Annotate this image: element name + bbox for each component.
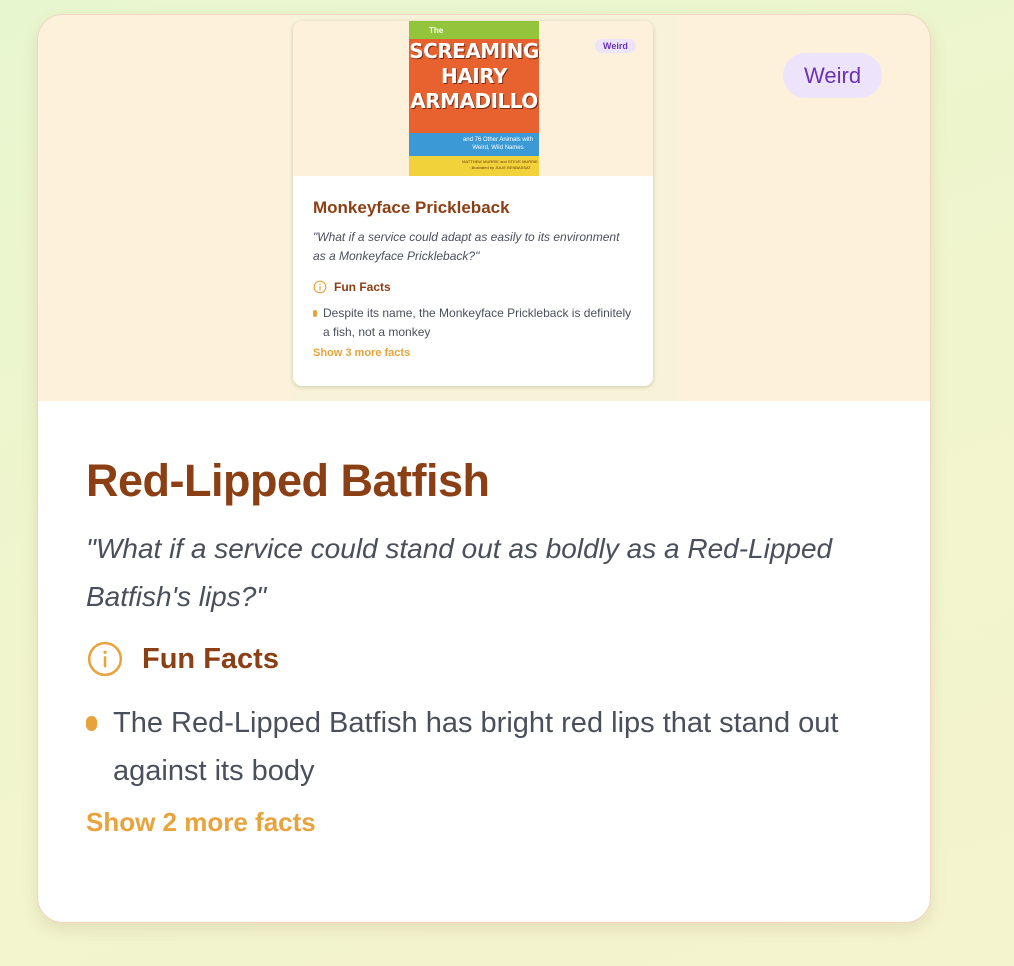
embedded-card-image-area: The SCREAMING HAIRY ARMADILLO and 76 Oth… [293, 21, 653, 176]
animal-quote: "What if a service could stand out as bo… [86, 533, 833, 612]
embedded-category-badge: Weird [595, 39, 636, 53]
card-body: Red-Lipped Batfish "What if a service co… [86, 453, 886, 838]
embedded-fun-fact-text: Despite its name, the Monkeyface Prickle… [323, 306, 632, 339]
info-icon [87, 641, 123, 677]
category-badge: Weird [783, 53, 883, 98]
embedded-fun-fact-item: Despite its name, the Monkeyface Prickle… [313, 304, 633, 342]
embedded-animal-card: The SCREAMING HAIRY ARMADILLO and 76 Oth… [293, 21, 653, 386]
fun-facts-heading: Fun Facts [142, 642, 279, 675]
book-cover-image: The SCREAMING HAIRY ARMADILLO and 76 Oth… [409, 21, 539, 176]
fun-facts-list: The Red-Lipped Batfish has bright red li… [86, 699, 886, 795]
animal-card: The SCREAMING HAIRY ARMADILLO and 76 Oth… [37, 14, 931, 923]
embedded-card-body: Monkeyface Prickleback "What if a servic… [313, 198, 633, 359]
fun-facts-header: Fun Facts [86, 639, 886, 679]
embedded-fun-facts-heading: Fun Facts [334, 280, 391, 294]
fun-fact-item: The Red-Lipped Batfish has bright red li… [86, 699, 886, 795]
book-cover-subtitle: and 76 Other Animals with Weird, Wild Na… [462, 137, 534, 151]
embedded-fun-facts-header: Fun Facts [313, 280, 633, 294]
bullet-dot [86, 716, 97, 731]
book-cover-authors: MATTHEW MURRIE and STEVE MURRIE · illust… [462, 159, 538, 170]
embedded-show-more-facts-button[interactable]: Show 3 more facts [313, 347, 633, 359]
card-image-area: The SCREAMING HAIRY ARMADILLO and 76 Oth… [38, 15, 930, 401]
book-cover-title: SCREAMING HAIRY ARMADILLO [409, 39, 539, 113]
fun-fact-text: The Red-Lipped Batfish has bright red li… [113, 707, 839, 787]
card-image: The SCREAMING HAIRY ARMADILLO and 76 Oth… [290, 15, 678, 401]
animal-title: Red-Lipped Batfish [86, 455, 490, 506]
bullet-dot [313, 310, 317, 317]
embedded-card-quote: "What if a service could adapt as easily… [313, 230, 620, 263]
info-icon [313, 280, 327, 294]
show-more-facts-button[interactable]: Show 2 more facts [86, 807, 886, 838]
embedded-card-title: Monkeyface Prickleback [313, 198, 510, 217]
book-cover-the: The [429, 26, 444, 35]
